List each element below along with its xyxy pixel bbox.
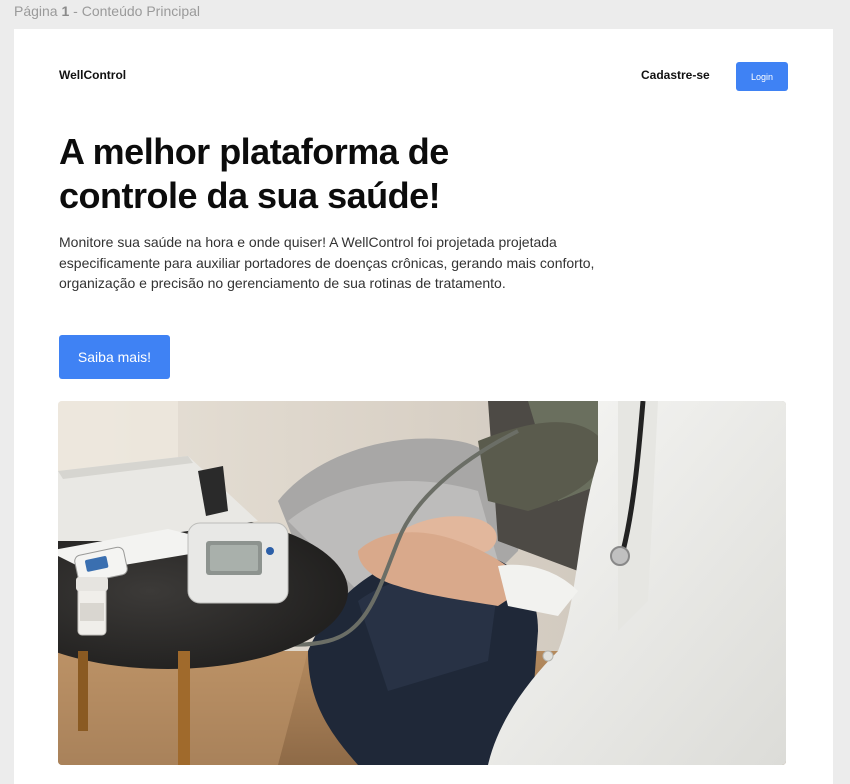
page-frame: WellControl Cadastre-se Login A melhor p… (14, 29, 833, 784)
hero-title: A melhor plataforma de controle da sua s… (59, 131, 449, 216)
learn-more-button[interactable]: Saiba mais! (59, 335, 170, 379)
hero-image (58, 401, 786, 765)
frame-label-prefix: Página (14, 3, 58, 19)
frame-label-suffix: - Conteúdo Principal (69, 3, 201, 19)
signup-link[interactable]: Cadastre-se (641, 68, 710, 82)
hero-description: Monitore sua saúde na hora e onde quiser… (59, 234, 595, 291)
frame-label: Página 1 - Conteúdo Principal (14, 3, 200, 19)
login-button[interactable]: Login (736, 62, 788, 91)
brand-logo[interactable]: WellControl (59, 68, 126, 82)
